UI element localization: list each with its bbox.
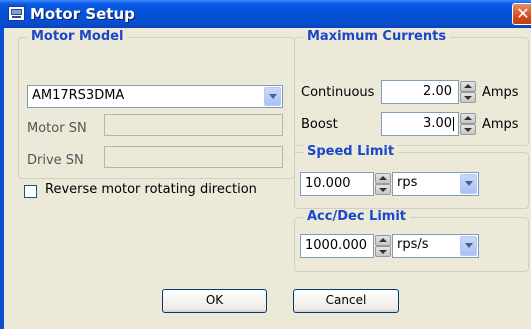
motor-setup-window: Motor Setup ✕ Motor Model AM17RS3DMA Mot…	[0, 0, 531, 329]
speed-limit-spinner[interactable]	[375, 173, 391, 195]
drive-sn-field[interactable]	[104, 146, 283, 168]
motor-model-value: AM17RS3DMA	[32, 88, 125, 103]
continuous-unit-label: Amps	[482, 85, 519, 100]
speed-limit-group-label: Speed Limit	[303, 144, 399, 159]
speed-limit-input[interactable]: 10.000	[300, 172, 374, 196]
boost-current-spinner[interactable]	[460, 113, 476, 135]
title-bar[interactable]: Motor Setup ✕	[0, 0, 531, 28]
drive-sn-label: Drive SN	[27, 153, 84, 168]
spin-up-icon[interactable]	[460, 81, 476, 92]
chevron-down-icon[interactable]	[460, 236, 477, 256]
spin-up-icon[interactable]	[375, 173, 391, 184]
maximum-currents-group: Maximum Currents Continuous 2.00 Amps Bo…	[294, 29, 529, 146]
motor-model-group-label: Motor Model	[27, 29, 128, 44]
boost-unit-label: Amps	[482, 117, 519, 132]
motor-setup-window-icon	[8, 6, 25, 21]
ok-button[interactable]: OK	[162, 289, 267, 313]
boost-current-input[interactable]: 3.00	[381, 112, 459, 136]
continuous-current-spinner[interactable]	[460, 81, 476, 103]
spin-down-icon[interactable]	[460, 124, 476, 135]
reverse-direction-checkbox[interactable]	[24, 185, 37, 198]
close-button[interactable]: ✕	[512, 3, 531, 25]
close-icon: ✕	[516, 4, 530, 23]
chevron-down-icon[interactable]	[460, 174, 477, 194]
motor-model-group: Motor Model AM17RS3DMA Motor SN Drive SN	[18, 29, 295, 179]
maximum-currents-group-label: Maximum Currents	[303, 29, 451, 44]
acc-dec-limit-spinner[interactable]	[375, 235, 391, 257]
continuous-label: Continuous	[301, 85, 375, 100]
boost-label: Boost	[301, 117, 338, 132]
continuous-current-input[interactable]: 2.00	[381, 80, 459, 104]
acc-dec-limit-input[interactable]: 1000.000	[300, 234, 374, 258]
spin-down-icon[interactable]	[460, 92, 476, 103]
motor-sn-field[interactable]	[104, 114, 283, 136]
acc-dec-unit-value: rps/s	[397, 237, 429, 252]
speed-unit-value: rps	[397, 175, 418, 190]
chevron-down-icon[interactable]	[264, 87, 281, 106]
acc-dec-limit-group: Acc/Dec Limit 1000.000 rps/s	[294, 209, 529, 272]
reverse-direction-label: Reverse motor rotating direction	[45, 182, 257, 197]
speed-limit-group: Speed Limit 10.000 rps	[294, 144, 529, 209]
motor-model-select[interactable]: AM17RS3DMA	[27, 85, 283, 108]
acc-dec-limit-group-label: Acc/Dec Limit	[303, 209, 411, 224]
acc-dec-unit-select[interactable]: rps/s	[392, 234, 479, 258]
spin-down-icon[interactable]	[375, 184, 391, 195]
spin-up-icon[interactable]	[460, 113, 476, 124]
speed-unit-select[interactable]: rps	[392, 172, 479, 196]
text-caret	[453, 117, 454, 131]
cancel-button[interactable]: Cancel	[293, 289, 399, 313]
dialog-client-area: Motor Model AM17RS3DMA Motor SN Drive SN…	[4, 28, 531, 329]
window-title: Motor Setup	[30, 5, 135, 23]
motor-sn-label: Motor SN	[27, 121, 87, 136]
spin-down-icon[interactable]	[375, 246, 391, 257]
spin-up-icon[interactable]	[375, 235, 391, 246]
